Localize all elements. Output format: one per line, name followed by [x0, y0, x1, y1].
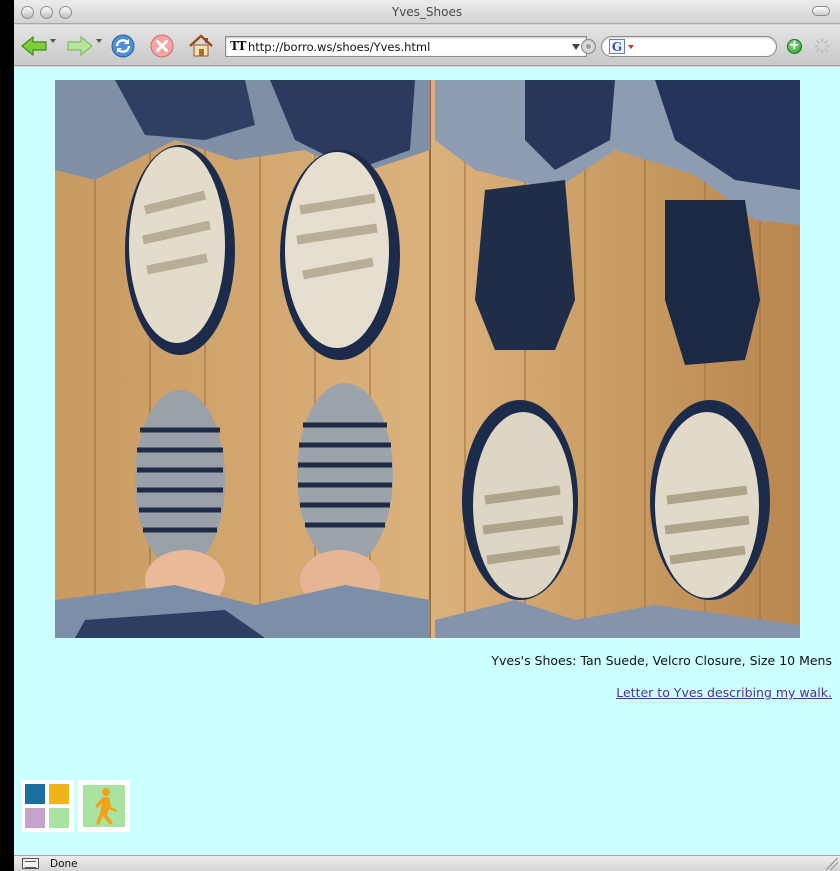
shoes-photo-image	[55, 80, 800, 638]
url-text[interactable]: http://borro.ws/shoes/Yves.html	[248, 40, 430, 54]
reload-button[interactable]	[110, 33, 136, 59]
logo-square-green	[49, 808, 69, 828]
stop-icon	[150, 34, 174, 58]
forward-arrow-icon	[67, 35, 93, 57]
resize-grip-icon[interactable]	[826, 858, 838, 870]
url-history-dropdown[interactable]	[572, 44, 580, 50]
home-icon	[189, 34, 213, 57]
colored-squares-logo[interactable]	[22, 780, 74, 832]
back-history-caret[interactable]	[50, 39, 56, 43]
status-bar: Done	[14, 855, 840, 871]
search-engine-caret[interactable]	[628, 45, 634, 49]
activity-spinner-icon	[814, 38, 830, 54]
add-search-engine-button[interactable]: +	[787, 39, 802, 54]
navigation-toolbar: TT http://borro.ws/shoes/Yves.html G +	[14, 25, 840, 66]
photo-caption: Yves's Shoes: Tan Suede, Velcro Closure,…	[491, 653, 832, 668]
browser-window: Yves_Shoes TT http://borro.ws/shoes/Yves…	[14, 0, 840, 871]
google-search-icon[interactable]: G	[609, 39, 625, 54]
forward-button[interactable]	[66, 33, 94, 59]
search-bar[interactable]: G	[601, 36, 777, 57]
back-button[interactable]	[20, 33, 48, 59]
stop-button[interactable]	[149, 33, 175, 59]
address-bar[interactable]: TT http://borro.ws/shoes/Yves.html	[225, 36, 587, 57]
title-bar: Yves_Shoes	[14, 0, 840, 24]
walking-person-badge[interactable]	[78, 780, 130, 832]
page-content: Yves's Shoes: Tan Suede, Velcro Closure,…	[14, 67, 840, 855]
toolbar-toggle-button[interactable]	[812, 6, 830, 16]
security-status-icon	[22, 858, 39, 869]
window-title: Yves_Shoes	[391, 5, 463, 19]
forward-history-caret[interactable]	[96, 39, 102, 43]
go-button[interactable]	[581, 39, 596, 54]
logo-square-blue	[25, 784, 45, 804]
site-favicon-icon: TT	[230, 39, 246, 53]
back-arrow-icon	[21, 35, 47, 57]
home-button[interactable]	[188, 33, 214, 59]
reload-icon	[111, 34, 135, 58]
shoes-photo	[55, 80, 800, 638]
logo-square-yellow	[49, 784, 69, 804]
walking-person-icon	[95, 788, 117, 825]
letter-link[interactable]: Letter to Yves describing my walk.	[616, 685, 832, 700]
logo-square-lavender	[25, 808, 45, 828]
status-text: Done	[50, 858, 78, 870]
